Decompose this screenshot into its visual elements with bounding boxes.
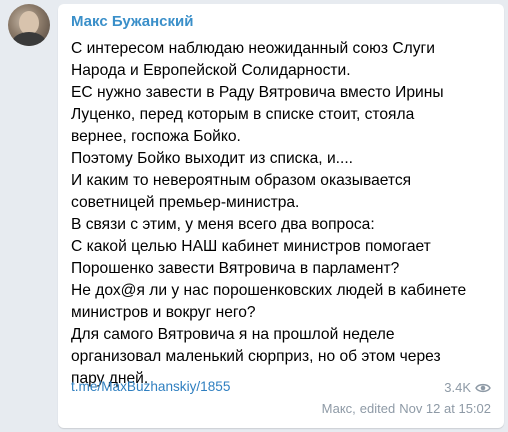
view-count-value: 3.4K: [444, 380, 471, 395]
message-text: С интересом наблюдаю неожиданный союз Сл…: [71, 38, 491, 390]
message-line: С какой целью НАШ кабинет министров помо…: [71, 238, 431, 255]
message-line: Народа и Европейской Солидарности.: [71, 62, 351, 79]
view-count: 3.4K: [444, 380, 491, 395]
message-line: советницей премьер-министра.: [71, 194, 300, 211]
message-line: вернее, госпожа Бойко.: [71, 128, 241, 145]
avatar[interactable]: [8, 4, 50, 46]
author-name[interactable]: Макс Бужанский: [71, 13, 193, 30]
avatar-shoulders: [12, 32, 46, 46]
message-line: министров и вокруг него?: [71, 304, 256, 321]
message-line: Поэтому Бойко выходит из списка, и....: [71, 150, 353, 167]
post-link[interactable]: t.me/MaxBuzhanskiy/1855: [71, 379, 230, 394]
message-line: Луценко, перед которым в списке стоит, с…: [71, 106, 415, 123]
message-meta: Макс, edited Nov 12 at 15:02: [322, 401, 491, 416]
signature: Макс,: [321, 401, 356, 416]
message-line: организовал маленький сюрприз, но об это…: [71, 348, 441, 365]
message-date: Nov 12 at 15:02: [399, 401, 491, 416]
message-line: Не дох@я ли у нас порошенковских людей в…: [71, 282, 467, 299]
edited-label: edited: [359, 401, 396, 416]
message-line: Порошенко завести Вятровича в парламент?: [71, 260, 400, 277]
eye-icon: [475, 383, 491, 392]
message-line: И каким то невероятным образом оказывает…: [71, 172, 412, 189]
message-line: Для самого Вятровича я на прошлой неделе: [71, 326, 395, 343]
message-line: В связи с этим, у меня всего два вопроса…: [71, 216, 375, 233]
message-bubble: Макс Бужанский С интересом наблюдаю неож…: [58, 4, 504, 428]
message-line: С интересом наблюдаю неожиданный союз Сл…: [71, 40, 435, 57]
message-line: ЕС нужно завести в Раду Вятровича вместо…: [71, 84, 444, 101]
